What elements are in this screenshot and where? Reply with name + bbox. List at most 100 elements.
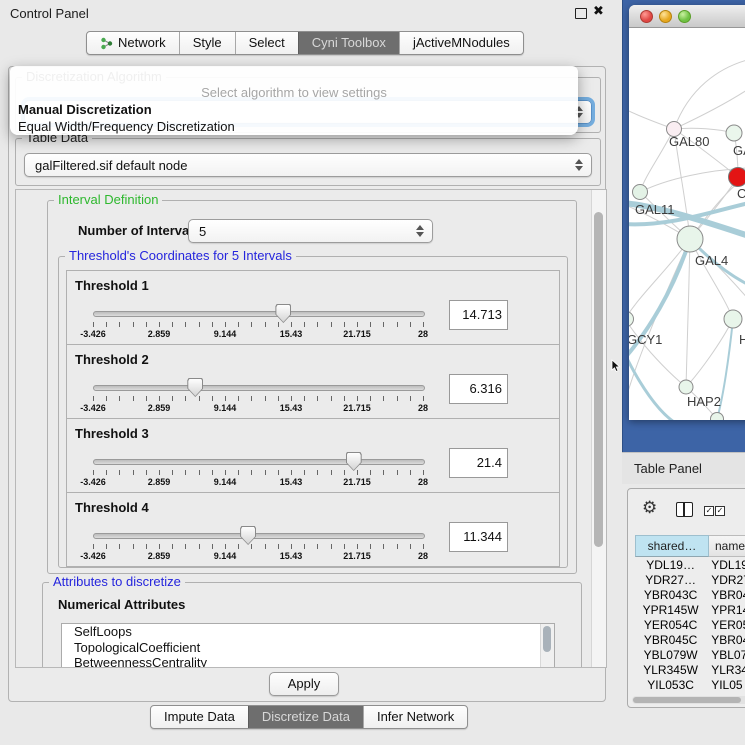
threshold-2-slider[interactable]: -3.4262.8599.14415.4321.71528 — [93, 381, 423, 417]
control-panel-tabs: Network Style Select Cyni Toolbox jActiv… — [86, 31, 524, 55]
slider-thumb[interactable] — [275, 304, 291, 323]
table-row[interactable]: YDR27…YDR27 — [635, 573, 745, 588]
network-graph: GAL80 GA C GAL11 GAL4 GCY1 H HAP2 — [629, 28, 745, 420]
spinner-arrows-icon — [415, 223, 425, 241]
cyni-toolbox-panel: Discretization Algorithm Table Data galF… — [8, 66, 606, 702]
tab-cyni-toolbox[interactable]: Cyni Toolbox — [298, 32, 399, 54]
slider-thumb[interactable] — [187, 378, 203, 397]
slider-track[interactable] — [93, 311, 425, 317]
slider-track[interactable] — [93, 385, 425, 391]
checkbox-icon[interactable]: ✓ — [704, 506, 714, 516]
slider-thumb[interactable] — [346, 452, 362, 471]
mac-minimize-button[interactable] — [659, 10, 672, 23]
threshold-2-value-field[interactable]: 6.316 — [449, 374, 508, 404]
threshold-1-slider[interactable]: -3.4262.8599.14415.4321.71528 — [93, 307, 423, 343]
numerical-attributes-list[interactable]: SelfLoops TopologicalCoefficient Between… — [61, 623, 555, 668]
table-panel-titlebar: Table Panel — [622, 452, 745, 484]
num-intervals-label: Number of Intervals — [78, 223, 200, 238]
apply-button[interactable]: Apply — [269, 672, 339, 696]
split-view-icon[interactable] — [676, 502, 693, 517]
threshold-1-value-field[interactable]: 14.713 — [449, 300, 508, 330]
bottom-tabs: Impute Data Discretize Data Infer Networ… — [150, 705, 468, 729]
slider-track[interactable] — [93, 459, 425, 465]
slider-thumb[interactable] — [240, 526, 256, 545]
table-rows: YDL19…YDL19YDR27…YDR27YBR043CYBR04YPR145… — [635, 558, 745, 694]
threshold-3-slider[interactable]: -3.4262.8599.14415.4321.71528 — [93, 455, 423, 491]
tab-select[interactable]: Select — [235, 32, 298, 54]
threshold-row-1: Threshold 1 -3.4262.8599.14415.4321.7152… — [66, 270, 560, 345]
checkbox-icon[interactable]: ✓ — [715, 506, 725, 516]
table-row[interactable]: YIL053CYIL05 — [635, 678, 745, 693]
table-horizontal-scrollbar[interactable] — [632, 696, 745, 704]
tab-style[interactable]: Style — [179, 32, 235, 54]
node-red-selected[interactable] — [729, 168, 745, 187]
network-window-titlebar — [629, 5, 745, 28]
table-data-group: Table Data galFiltered.sif default node — [15, 138, 601, 186]
table-row[interactable]: YER054CYER05 — [635, 618, 745, 633]
mac-close-button[interactable] — [640, 10, 653, 23]
num-intervals-value: 5 — [199, 224, 206, 239]
node-label: GCY1 — [629, 332, 662, 347]
threshold-coordinates-group: Threshold's Coordinates for 5 Intervals … — [58, 256, 568, 568]
column-header-shared-name[interactable]: shared… — [635, 535, 709, 557]
table-data-combobox[interactable]: galFiltered.sif default node — [24, 153, 592, 177]
attributes-list-scrollbar[interactable] — [540, 624, 554, 668]
table-row[interactable]: YDL19…YDL19 — [635, 558, 745, 573]
dropdown-item-equal-width[interactable]: Equal Width/Frequency Discretization — [10, 118, 578, 135]
tab-discretize-data[interactable]: Discretize Data — [248, 706, 363, 728]
threshold-4-slider[interactable]: -3.4262.8599.14415.4321.71528 — [93, 529, 423, 565]
application-window: Control Panel ✖ Network Style Select Cyn… — [0, 0, 745, 745]
tab-jactivemnodules[interactable]: jActiveMNodules — [399, 32, 523, 54]
table-row[interactable]: YBR043CYBR04 — [635, 588, 745, 603]
node-gal4[interactable] — [677, 226, 703, 252]
combo-arrows-icon — [574, 157, 584, 175]
num-intervals-spinner[interactable]: 5 — [188, 219, 433, 243]
tab-impute-data[interactable]: Impute Data — [151, 706, 248, 728]
list-item[interactable]: BetweennessCentrality — [62, 655, 554, 668]
interval-definition-title: Interval Definition — [54, 193, 162, 207]
green-graph-icon — [100, 37, 113, 50]
algorithm-dropdown-popup: Select algorithm to view settings Manual… — [10, 66, 578, 135]
node-gal11[interactable] — [633, 185, 648, 200]
settings-vertical-scrollbar[interactable] — [591, 190, 606, 667]
node-label: H — [739, 332, 745, 347]
threshold-4-label: Threshold 4 — [75, 500, 149, 515]
control-panel-titlebar: Control Panel ✖ — [0, 0, 610, 26]
node-label: GAL4 — [695, 253, 728, 268]
tab-network-label: Network — [118, 32, 166, 54]
threshold-4-value-field[interactable]: 11.344 — [449, 522, 508, 552]
node-label: GAL11 — [635, 202, 675, 217]
node-label: C — [737, 186, 745, 201]
tab-network[interactable]: Network — [87, 32, 179, 54]
threshold-3-value-field[interactable]: 21.4 — [449, 448, 508, 478]
list-item[interactable]: TopologicalCoefficient — [62, 640, 554, 656]
scrollbar-thumb[interactable] — [594, 212, 603, 547]
mouse-cursor — [611, 359, 623, 378]
numerical-attributes-label: Numerical Attributes — [58, 597, 185, 612]
tab-infer-network[interactable]: Infer Network — [363, 706, 467, 728]
dropdown-item-manual[interactable]: Manual Discretization — [10, 101, 578, 118]
column-header-name[interactable]: name — [709, 535, 745, 557]
node-label: GAL80 — [669, 134, 709, 149]
table-row[interactable]: YBR045CYBR04 — [635, 633, 745, 648]
slider-track[interactable] — [93, 533, 425, 539]
network-canvas[interactable]: GAL80 GA C GAL11 GAL4 GCY1 H HAP2 — [629, 28, 745, 420]
list-item[interactable]: SelfLoops — [62, 624, 554, 640]
table-row[interactable]: YBL079WYBL07 — [635, 648, 745, 663]
node-hap2[interactable] — [679, 380, 693, 394]
network-window: GAL80 GA C GAL11 GAL4 GCY1 H HAP2 — [629, 5, 745, 420]
table-row[interactable]: YPR145WYPR14 — [635, 603, 745, 618]
node-top-right[interactable] — [726, 125, 742, 141]
table-row[interactable]: YLR345WYLR34 — [635, 663, 745, 678]
gear-icon[interactable]: ⚙ — [642, 499, 657, 516]
table-header-row: shared… name — [635, 535, 745, 557]
interval-definition-group: Interval Definition Number of Intervals … — [47, 200, 577, 574]
table-panel-body: ⚙ ✓ ✓ shared… name YDL19…YDL19YDR27…YDR2… — [627, 488, 745, 708]
mac-zoom-button[interactable] — [678, 10, 691, 23]
panel-title: Control Panel — [10, 6, 89, 21]
node-gcy1[interactable] — [629, 312, 634, 327]
float-window-icon[interactable] — [575, 8, 587, 19]
node-h[interactable] — [724, 310, 742, 328]
attributes-group-title: Attributes to discretize — [49, 575, 185, 589]
close-icon[interactable]: ✖ — [593, 3, 604, 19]
